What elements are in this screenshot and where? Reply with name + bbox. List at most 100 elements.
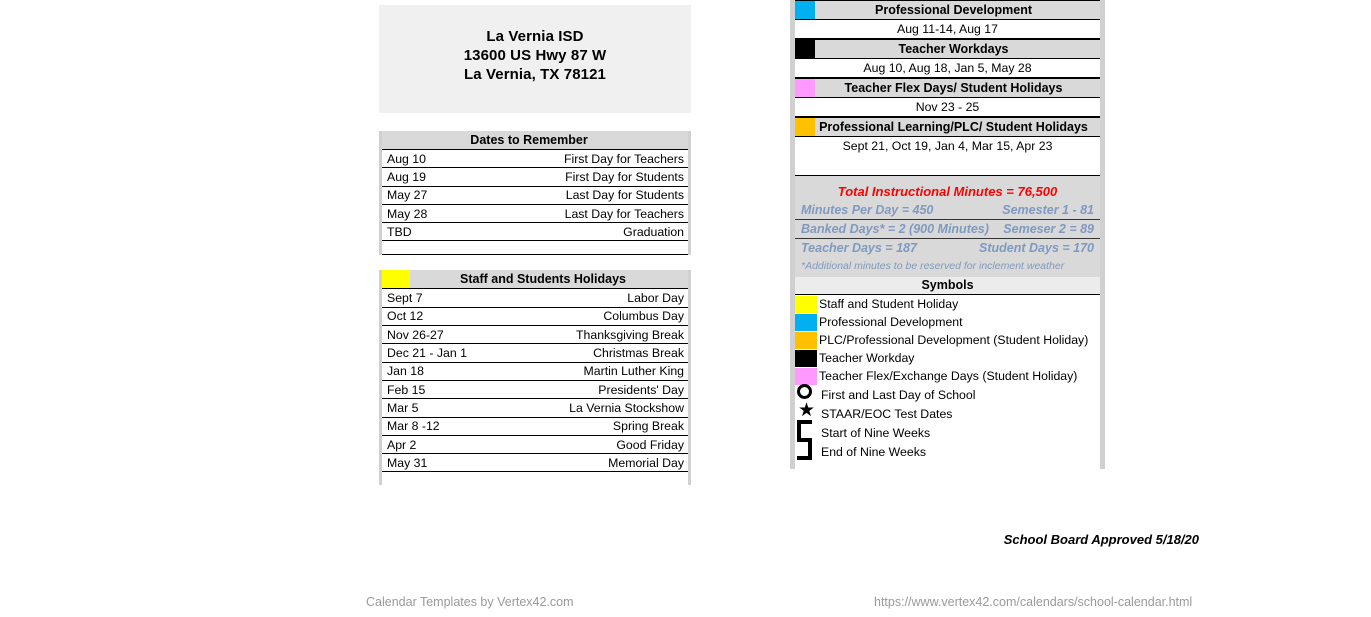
- row-date: Oct 12: [387, 309, 424, 324]
- section-header: Teacher Workdays: [795, 39, 1100, 59]
- table-gap: [379, 255, 691, 270]
- section-color-swatch: [795, 118, 815, 136]
- row-date: Mar 8 -12: [387, 419, 440, 434]
- row-date: May 27: [387, 188, 428, 203]
- symbols-legend: Staff and Student Holiday Professional De…: [795, 295, 1100, 469]
- row-date: Aug 10: [387, 151, 426, 166]
- semester-1-days: Semester 1 - 81: [1002, 203, 1094, 217]
- legend-color-swatch: [795, 349, 817, 367]
- star-icon-shape: ★: [798, 400, 816, 421]
- right-sections-list: Professional Development Aug 11-14, Aug 1…: [795, 0, 1100, 176]
- row-date: TBD: [387, 224, 412, 239]
- symbol-legend-item: Start of Nine Weeks: [795, 420, 1100, 442]
- legend-color-swatch: [795, 331, 817, 349]
- dates-to-remember-table: Dates to Remember Aug 10 First Day for Te…: [379, 131, 691, 256]
- row-description: Last Day for Students: [565, 188, 684, 203]
- staff-student-holidays-header: Staff and Students Holidays: [382, 270, 688, 290]
- symbol-legend-item: End of Nine Weeks: [795, 438, 1100, 461]
- section-dates: Sept 21, Oct 19, Jan 4, Mar 15, Apr 23: [795, 137, 1100, 176]
- row-date: Jan 18: [387, 364, 424, 379]
- legend-label: End of Nine Weeks: [821, 444, 927, 459]
- row-description: First Day for Teachers: [563, 151, 684, 166]
- legend-label: Start of Nine Weeks: [821, 425, 931, 440]
- row-description: Spring Break: [612, 419, 684, 434]
- section-header: Teacher Flex Days/ Student Holidays: [795, 78, 1100, 98]
- symbol-legend-item: First and Last Day of School: [795, 384, 1100, 404]
- total-instructional-minutes-title: Total Instructional Minutes = 76,500: [837, 184, 1058, 199]
- table-row: May 27 Last Day for Students: [382, 187, 688, 205]
- legend-label: Teacher Workday: [819, 351, 915, 365]
- section-title: Teacher Flex Days/ Student Holidays: [844, 81, 1063, 95]
- row-description: Good Friday: [616, 437, 684, 452]
- row-description: Christmas Break: [593, 346, 684, 361]
- row-description: La Vernia Stockshow: [569, 400, 684, 415]
- right-column: Professional Development Aug 11-14, Aug 1…: [790, 0, 1105, 469]
- footer-url[interactable]: https://www.vertex42.com/calendars/schoo…: [874, 595, 1192, 609]
- table-row: TBD Graduation: [382, 223, 688, 242]
- table-row: Dec 21 - Jan 1 Christmas Break: [382, 344, 688, 363]
- symbol-legend-item: Teacher Flex/Exchange Days (Student Holi…: [795, 367, 1100, 385]
- symbol-legend-item: ★ STAAR/EOC Test Dates: [795, 400, 1100, 423]
- table-row: Aug 19 First Day for Students: [382, 168, 688, 187]
- symbol-legend-item: Staff and Student Holiday: [795, 295, 1100, 313]
- section-dates: Aug 10, Aug 18, Jan 5, May 28: [795, 59, 1100, 78]
- stats-row-3: Teacher Days = 187 Student Days = 170: [795, 239, 1100, 257]
- section-color-swatch: [795, 1, 815, 19]
- row-description: First Day for Students: [565, 169, 684, 184]
- district-name: La Vernia ISD: [486, 28, 584, 45]
- district-header-box: La Vernia ISD 13600 US Hwy 87 W La Verni…: [379, 5, 691, 113]
- row-description: Memorial Day: [608, 455, 684, 470]
- row-description: Graduation: [623, 224, 684, 239]
- teacher-days: Teacher Days = 187: [801, 241, 917, 255]
- table-row: Oct 12 Columbus Day: [382, 308, 688, 327]
- section-header: Professional Development: [795, 0, 1100, 20]
- legend-color-swatch: [795, 367, 817, 385]
- legend-label: PLC/Professional Development (Student Ho…: [819, 333, 1089, 347]
- symbol-legend-item: PLC/Professional Development (Student Ho…: [795, 331, 1100, 349]
- district-city-state-zip: La Vernia, TX 78121: [464, 66, 606, 83]
- row-description: Presidents' Day: [598, 382, 684, 397]
- bracket-end-icon: [795, 438, 819, 461]
- minutes-per-day: Minutes Per Day = 450: [801, 203, 934, 217]
- row-date: Feb 15: [387, 382, 426, 397]
- row-description: Labor Day: [627, 291, 684, 306]
- row-description: Last Day for Teachers: [564, 206, 684, 221]
- table-row: Mar 5 La Vernia Stockshow: [382, 399, 688, 418]
- table-row: Nov 26-27 Thanksgiving Break: [382, 326, 688, 345]
- section-color-swatch: [795, 79, 815, 97]
- section-title: Professional Learning/PLC/ Student Holid…: [819, 120, 1088, 134]
- legend-label: Staff and Student Holiday: [819, 297, 959, 311]
- symbols-title: Symbols: [795, 277, 1100, 295]
- row-date: May 28: [387, 206, 428, 221]
- inclement-weather-note: *Additional minutes to be reserved for i…: [801, 260, 1065, 272]
- symbol-shape-items: First and Last Day of School ★ STAAR/EOC T…: [795, 384, 1100, 461]
- footer-credit: Calendar Templates by Vertex42.com: [366, 595, 574, 609]
- legend-label: Professional Development: [819, 315, 963, 329]
- bracket-end-icon-shape: [797, 438, 812, 460]
- table-row: Mar 8 -12 Spring Break: [382, 418, 688, 436]
- staff-student-holidays-table: Staff and Students Holidays Sept 7 Labor …: [379, 270, 691, 486]
- dates-to-remember-spacer-row: [382, 241, 688, 256]
- dates-to-remember-header: Dates to Remember: [382, 131, 688, 150]
- section-color-swatch: [795, 40, 815, 58]
- table-row: Feb 15 Presidents' Day: [382, 381, 688, 400]
- symbol-legend-item: Teacher Workday: [795, 349, 1100, 367]
- row-date: Dec 21 - Jan 1: [387, 346, 467, 361]
- symbol-legend-item: Professional Development: [795, 313, 1100, 331]
- left-column: La Vernia ISD 13600 US Hwy 87 W La Verni…: [379, 0, 691, 486]
- table-row: Aug 10 First Day for Teachers: [382, 150, 688, 169]
- row-date: Apr 2: [387, 437, 417, 452]
- section-title: Professional Development: [875, 3, 1032, 17]
- row-description: Thanksgiving Break: [576, 327, 684, 342]
- staff-student-holidays-title: Staff and Students Holidays: [460, 272, 626, 287]
- section-dates: Nov 23 - 25: [795, 98, 1100, 117]
- staff-student-holiday-swatch: [382, 270, 410, 289]
- section-title: Teacher Workdays: [898, 42, 1009, 56]
- legend-label: First and Last Day of School: [821, 387, 976, 402]
- row-description: Martin Luther King: [583, 364, 684, 379]
- district-address: 13600 US Hwy 87 W: [463, 47, 607, 64]
- table-row: Apr 2 Good Friday: [382, 436, 688, 455]
- staff-student-holidays-rows: Sept 7 Labor Day Oct 12 Columbus Day Nov 26-…: [382, 289, 688, 473]
- semester-2-days: Semeser 2 = 89: [1003, 222, 1094, 236]
- dates-to-remember-title: Dates to Remember: [470, 133, 588, 147]
